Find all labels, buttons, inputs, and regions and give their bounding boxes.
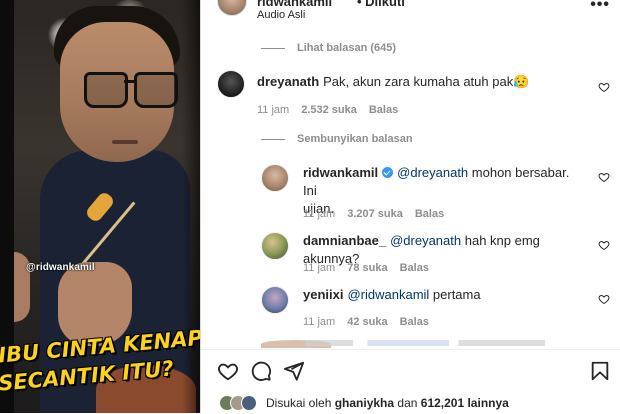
reply-button[interactable]: Balas [400, 316, 429, 328]
reply-mention[interactable]: @ridwankamil [347, 287, 429, 302]
verified-badge-icon [382, 167, 394, 178]
like-heart-icon[interactable] [598, 171, 610, 183]
comments-panel: ridwankamil • Diikuti Audio Asli ••• Lih… [201, 0, 620, 414]
like-heart-icon[interactable] [598, 81, 610, 93]
reply-meta: 11 jam 78 suka Balas [303, 262, 429, 274]
hide-replies-label: Sembunyikan balasan [297, 133, 413, 145]
reply-likes[interactable]: 42 suka [347, 316, 387, 328]
bookmark-save-icon[interactable] [589, 360, 611, 382]
post-header: ridwankamil • Diikuti Audio Asli ••• [201, 0, 620, 26]
like-heart-icon[interactable] [598, 293, 610, 305]
reply-meta: 11 jam 3.207 suka Balas [303, 208, 444, 220]
follow-status: • Diikuti [357, 0, 405, 9]
video-person-glasses [84, 72, 180, 108]
reply-meta: 11 jam 42 suka Balas [303, 316, 429, 328]
reply-time[interactable]: 11 jam [303, 316, 335, 328]
avatar[interactable] [261, 164, 289, 192]
reply-mention[interactable]: @dreyanath [397, 165, 468, 180]
comment-meta: 11 jam 2.532 suka Balas [257, 104, 398, 116]
reel-video[interactable]: @ridwankamil IBU CINTA KENAPA SECANTIK I… [0, 0, 200, 413]
liked-by-middle: dan [394, 396, 421, 410]
reply-username[interactable]: damnianbae_ [303, 233, 386, 248]
reply-button[interactable]: Balas [400, 262, 429, 274]
reply-likes[interactable]: 3.207 suka [347, 208, 403, 220]
avatar[interactable] [261, 232, 289, 260]
avatar[interactable] [217, 70, 245, 98]
view-replies-label: Lihat balasan (645) [297, 42, 397, 54]
liked-by-count[interactable]: 612,201 lainnya [421, 396, 509, 410]
next-reply-text-partial [305, 340, 545, 346]
like-heart-icon[interactable] [598, 239, 610, 251]
comment-likes[interactable]: 2.532 suka [301, 104, 357, 116]
post-username[interactable]: ridwankamil [257, 0, 332, 9]
liked-by-summary: Disukai oleh ghaniykha dan 612,201 lainn… [219, 395, 509, 411]
post-actions-bar: Disukai oleh ghaniykha dan 612,201 lainn… [201, 349, 620, 414]
divider-line [261, 138, 285, 140]
divider-line [261, 47, 285, 49]
reply-text: yeniixi @ridwankamil pertama [303, 286, 593, 304]
reply-username[interactable]: yeniixi [303, 287, 343, 302]
liked-by-user[interactable]: ghaniykha [335, 396, 394, 410]
avatar[interactable] [217, 0, 247, 16]
reply-time[interactable]: 11 jam [303, 208, 335, 220]
like-heart-icon[interactable] [217, 360, 239, 382]
reply-mention[interactable]: @dreyanath [390, 233, 461, 248]
reply-username[interactable]: ridwankamil [303, 165, 378, 180]
reply-button[interactable]: Balas [415, 208, 444, 220]
share-send-icon[interactable] [283, 360, 305, 382]
more-options-icon[interactable]: ••• [590, 0, 610, 14]
video-watermark: @ridwankamil [26, 262, 95, 273]
video-person-mouth [112, 140, 138, 144]
view-replies-button[interactable]: Lihat balasan (645) [261, 42, 396, 54]
reply-time[interactable]: 11 jam [303, 262, 335, 274]
hide-replies-button[interactable]: Sembunyikan balasan [261, 133, 413, 145]
comment-username[interactable]: dreyanath [257, 74, 319, 89]
reply-body: pertama [429, 287, 481, 302]
avatar[interactable] [261, 286, 289, 314]
liked-by-prefix: Disukai oleh [266, 396, 335, 410]
reply-likes[interactable]: 78 suka [347, 262, 387, 274]
comment-body: Pak, akun zara kumaha atuh pak😥 [323, 74, 530, 89]
reply-button[interactable]: Balas [369, 104, 398, 116]
liked-by-text: Disukai oleh ghaniykha dan 612,201 lainn… [266, 396, 509, 410]
avatar [241, 395, 257, 411]
comment-time[interactable]: 11 jam [257, 104, 289, 116]
comment-text: dreyanath Pak, akun zara kumaha atuh pak😥 [257, 73, 529, 91]
audio-link[interactable]: Audio Asli [257, 9, 305, 21]
comment-bubble-icon[interactable] [250, 360, 272, 382]
